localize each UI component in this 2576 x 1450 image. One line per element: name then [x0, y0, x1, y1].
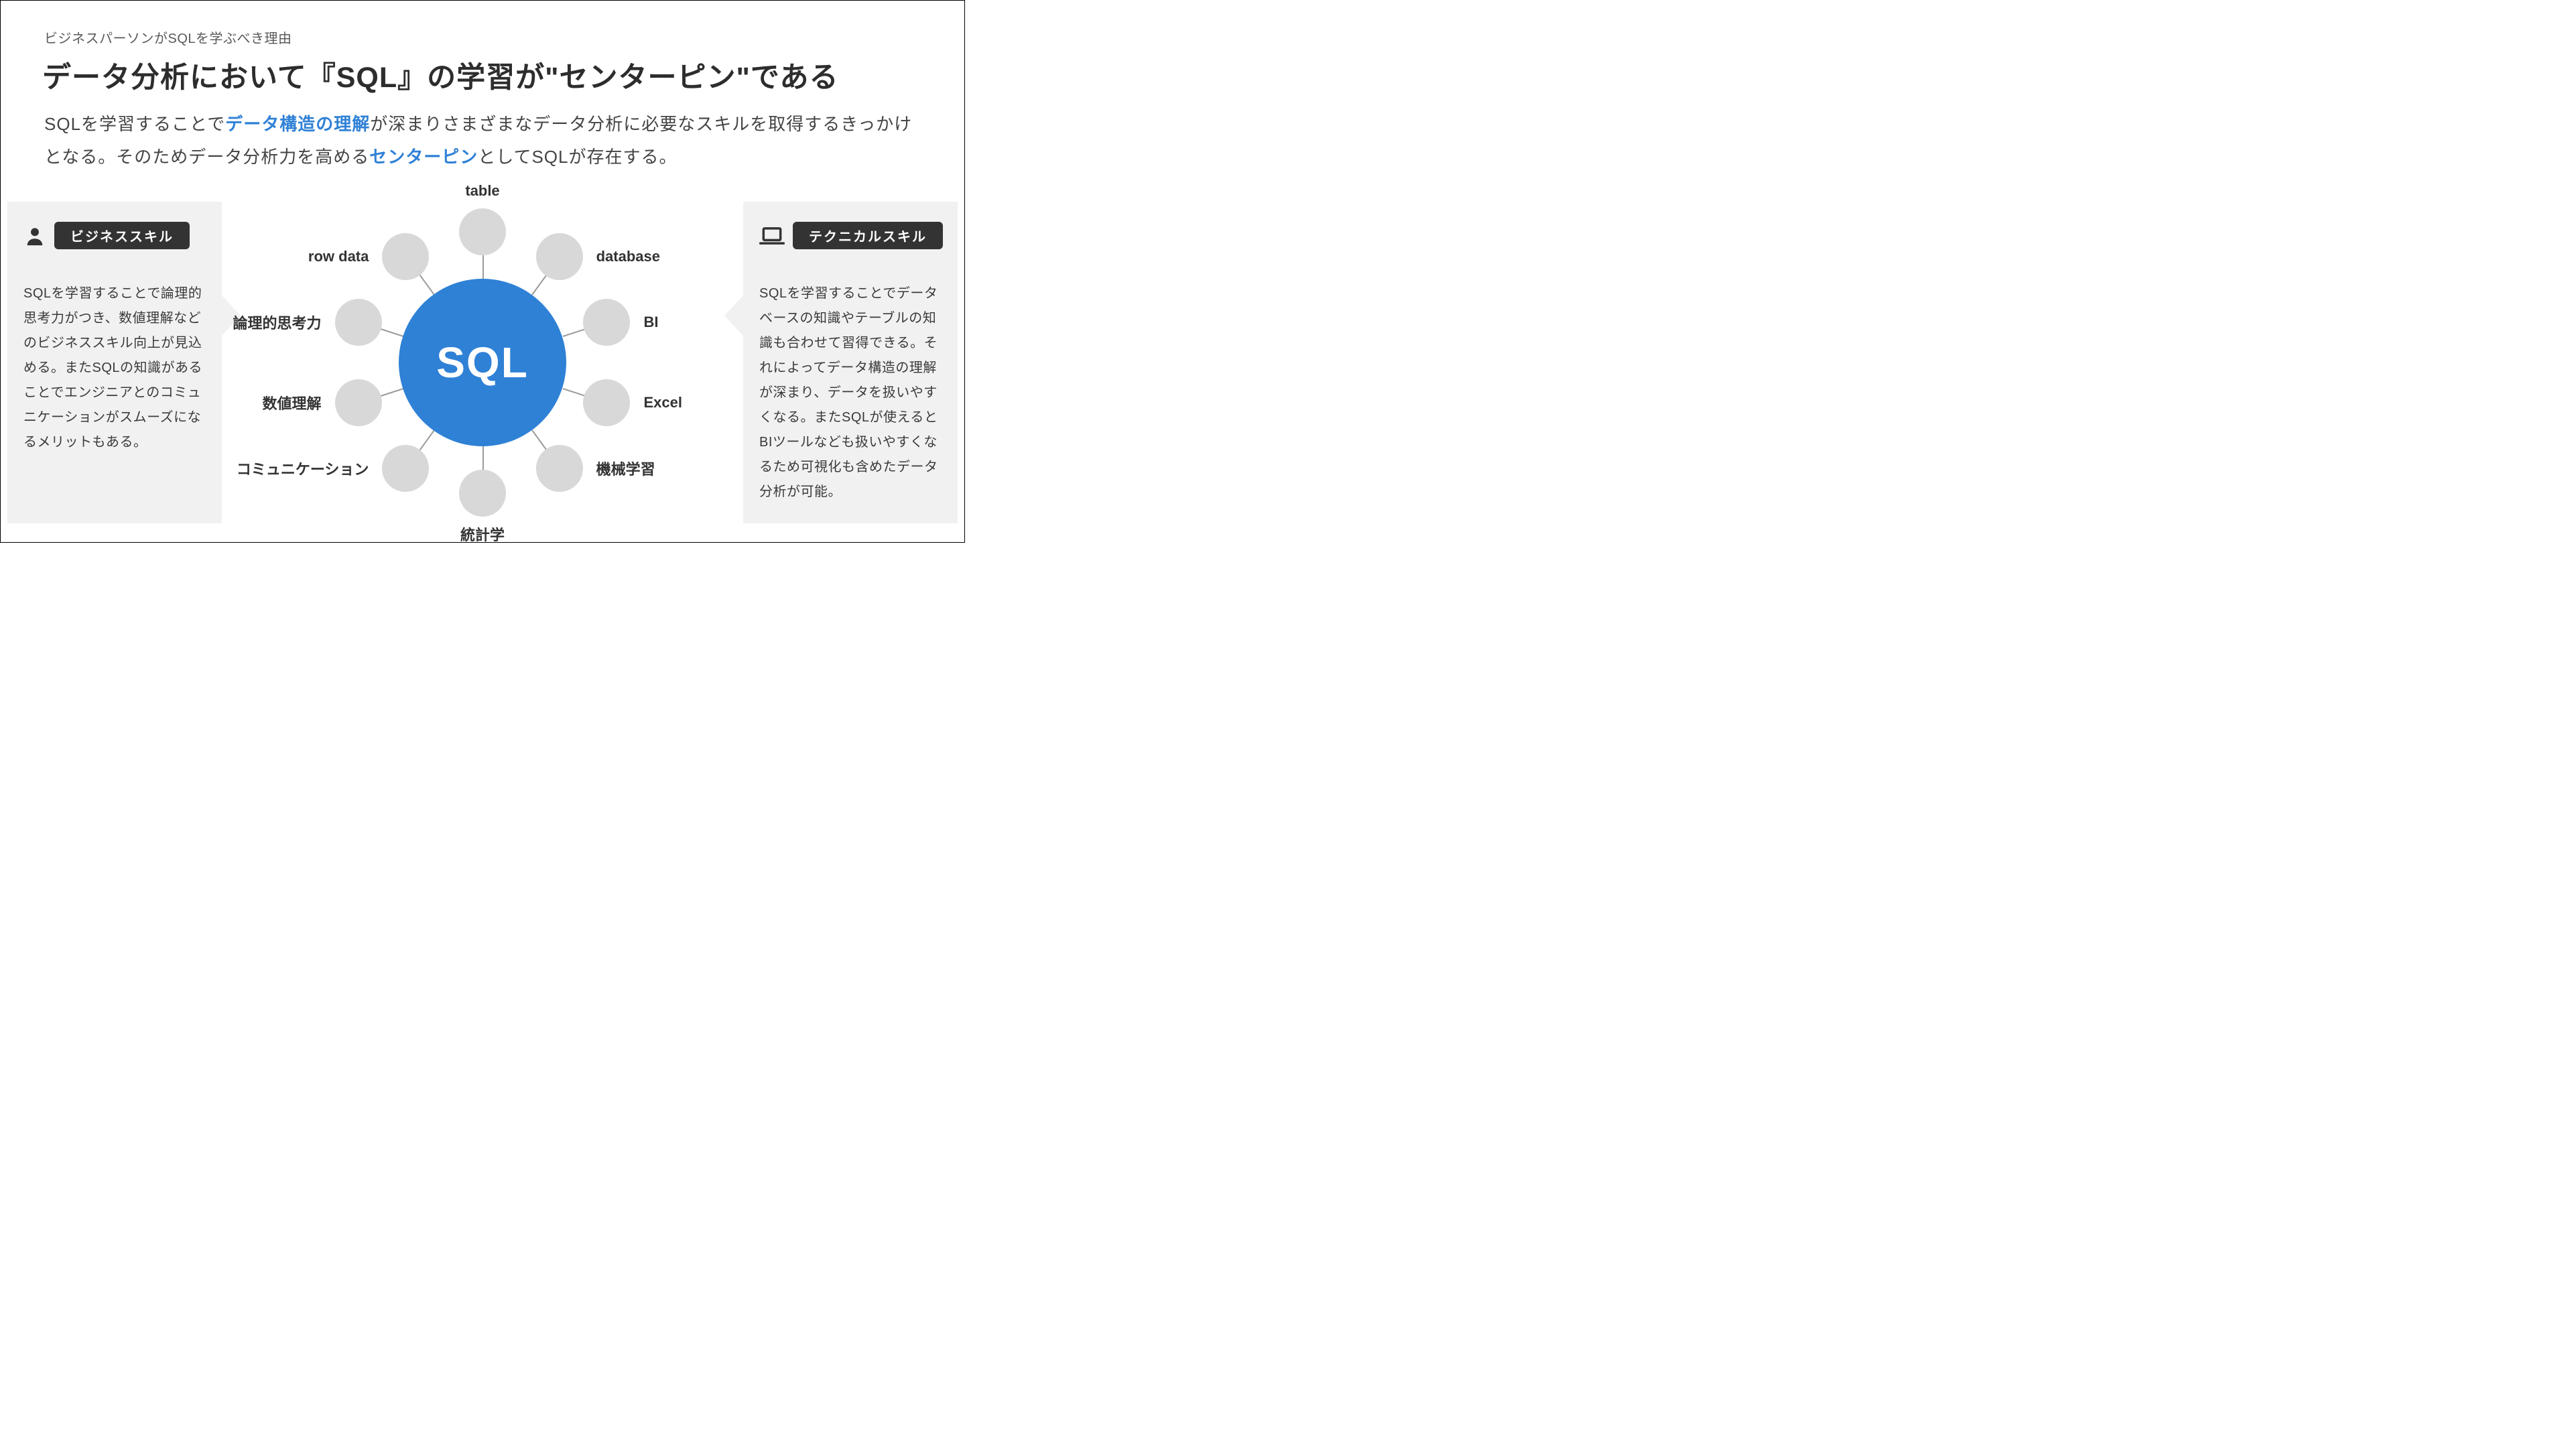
technical-skill-head: テクニカルスキル	[759, 222, 942, 249]
node-circle	[583, 379, 630, 426]
node-label: 機械学習	[596, 458, 655, 479]
node-circle	[459, 208, 506, 255]
person-icon	[23, 224, 46, 247]
node-label: コミュニケーション	[237, 458, 369, 479]
laptop-icon	[759, 224, 785, 247]
node-circle	[536, 233, 583, 280]
technical-skill-title: テクニカルスキル	[793, 222, 943, 249]
node-label: BI	[643, 314, 658, 331]
lead-highlight-2: センターピン	[369, 147, 478, 167]
node-circle	[536, 445, 583, 492]
lead-highlight-1: データ構造の理解	[225, 114, 370, 134]
node-circle	[583, 299, 630, 346]
node-circle	[335, 379, 382, 426]
node-label: 数値理解	[263, 392, 322, 413]
node-label: database	[596, 248, 660, 265]
node-label: 論理的思考力	[233, 312, 322, 333]
business-skill-head: ビジネススキル	[23, 222, 206, 249]
node-circle	[382, 445, 429, 492]
business-skill-body: SQLを学習することで論理的思考力がつき、数値理解などのビジネススキル向上が見込…	[23, 281, 206, 455]
node-label: row data	[308, 248, 369, 265]
node-circle	[382, 233, 429, 280]
node-circle	[335, 299, 382, 346]
node-label: table	[465, 182, 499, 200]
lead-paragraph: SQLを学習することでデータ構造の理解が深まりさまざまなデータ分析に必要なスキル…	[44, 108, 921, 174]
headline: データ分析において『SQL』の学習が"センターピン"である	[42, 54, 838, 96]
node-circle	[459, 470, 506, 517]
lead-text-3: としてSQLが存在する。	[478, 147, 677, 167]
technical-skill-body: SQLを学習することでデータベースの知識やテーブルの知識も合わせて習得できる。そ…	[759, 281, 942, 505]
business-skill-card: ビジネススキル SQLを学習することで論理的思考力がつき、数値理解などのビジネス…	[7, 202, 222, 523]
lead-text-1: SQLを学習することで	[44, 114, 225, 134]
hub-sql: SQL	[399, 279, 566, 446]
technical-skill-card: テクニカルスキル SQLを学習することでデータベースの知識やテーブルの知識も合わ…	[743, 202, 958, 523]
sql-radial-diagram: SQL tabledatabaseBIExcel機械学習統計学コミュニケーション…	[275, 182, 690, 543]
node-label: Excel	[643, 394, 682, 411]
node-label: 統計学	[460, 523, 505, 545]
eyebrow: ビジネスパーソンがSQLを学ぶべき理由	[44, 27, 292, 47]
business-skill-title: ビジネススキル	[54, 222, 190, 249]
